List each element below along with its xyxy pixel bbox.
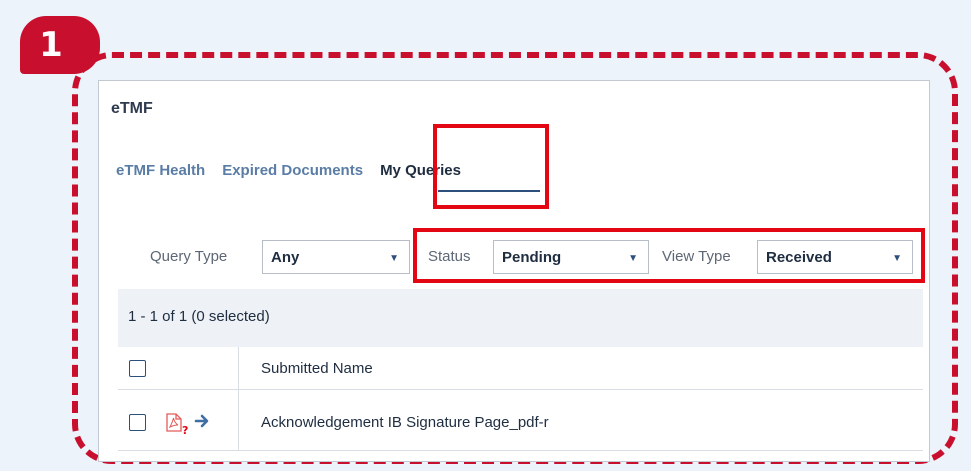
query-type-value: Any [271,249,300,266]
filter-highlight-box [413,228,925,283]
section-title: eTMF [111,100,153,117]
results-count: 1 - 1 of 1 (0 selected) [118,289,923,347]
query-type-select[interactable]: Any ▼ [262,240,410,274]
query-mark-icon: ? [182,424,189,437]
tab-etmf-health[interactable]: eTMF Health [116,162,205,179]
row-checkbox[interactable] [129,414,146,431]
arrow-right-icon[interactable] [194,413,210,429]
query-type-label: Query Type [150,248,228,265]
pdf-icon [166,413,182,432]
tab-highlight-box [433,124,549,209]
select-all-checkbox[interactable] [129,360,146,377]
tab-expired-documents[interactable]: Expired Documents [222,162,363,179]
chevron-down-icon: ▼ [389,253,399,264]
document-name-link[interactable]: Acknowledgement IB Signature Page_pdf-r [261,414,549,431]
column-divider [238,347,239,451]
column-header-submitted-name[interactable]: Submitted Name [261,360,373,377]
tab-bar: eTMF Health Expired Documents My Queries [116,162,478,179]
